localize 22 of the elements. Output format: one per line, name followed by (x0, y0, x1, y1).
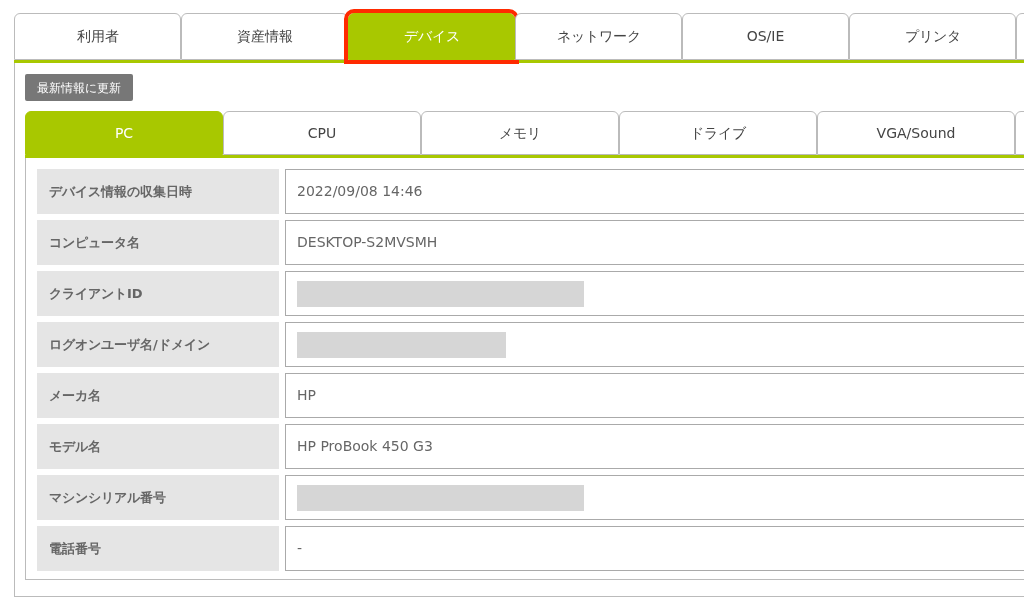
refresh-button[interactable]: 最新情報に更新 (25, 74, 133, 101)
sub-tab[interactable]: メモリ (421, 111, 619, 155)
field-value: - (285, 526, 1024, 571)
sub-tab[interactable]: VGA/Sound (817, 111, 1015, 155)
field-label: メーカ名 (37, 373, 279, 418)
field-value: HP (285, 373, 1024, 418)
sub-tab[interactable]: ドライブ (619, 111, 817, 155)
main-tab[interactable]: ネットワーク (515, 13, 682, 60)
field-label: 電話番号 (37, 526, 279, 571)
field-label: クライアントID (37, 271, 279, 316)
field-label: コンピュータ名 (37, 220, 279, 265)
main-tab[interactable]: プリンタ (849, 13, 1016, 60)
field-value: DESKTOP-S2MVSMH (285, 220, 1024, 265)
field-value: 2022/09/08 14:46 (285, 169, 1024, 214)
main-tab[interactable]: 利用者 (14, 13, 181, 60)
field-value: HP ProBook 450 G3 (285, 424, 1024, 469)
field-label: デバイス情報の収集日時 (37, 169, 279, 214)
sub-tab[interactable]: CPU (223, 111, 421, 155)
field-label: マシンシリアル番号 (37, 475, 279, 520)
field-label: モデル名 (37, 424, 279, 469)
field-label: ログオンユーザ名/ドメイン (37, 322, 279, 367)
main-tab[interactable]: OS/IE (682, 13, 849, 60)
